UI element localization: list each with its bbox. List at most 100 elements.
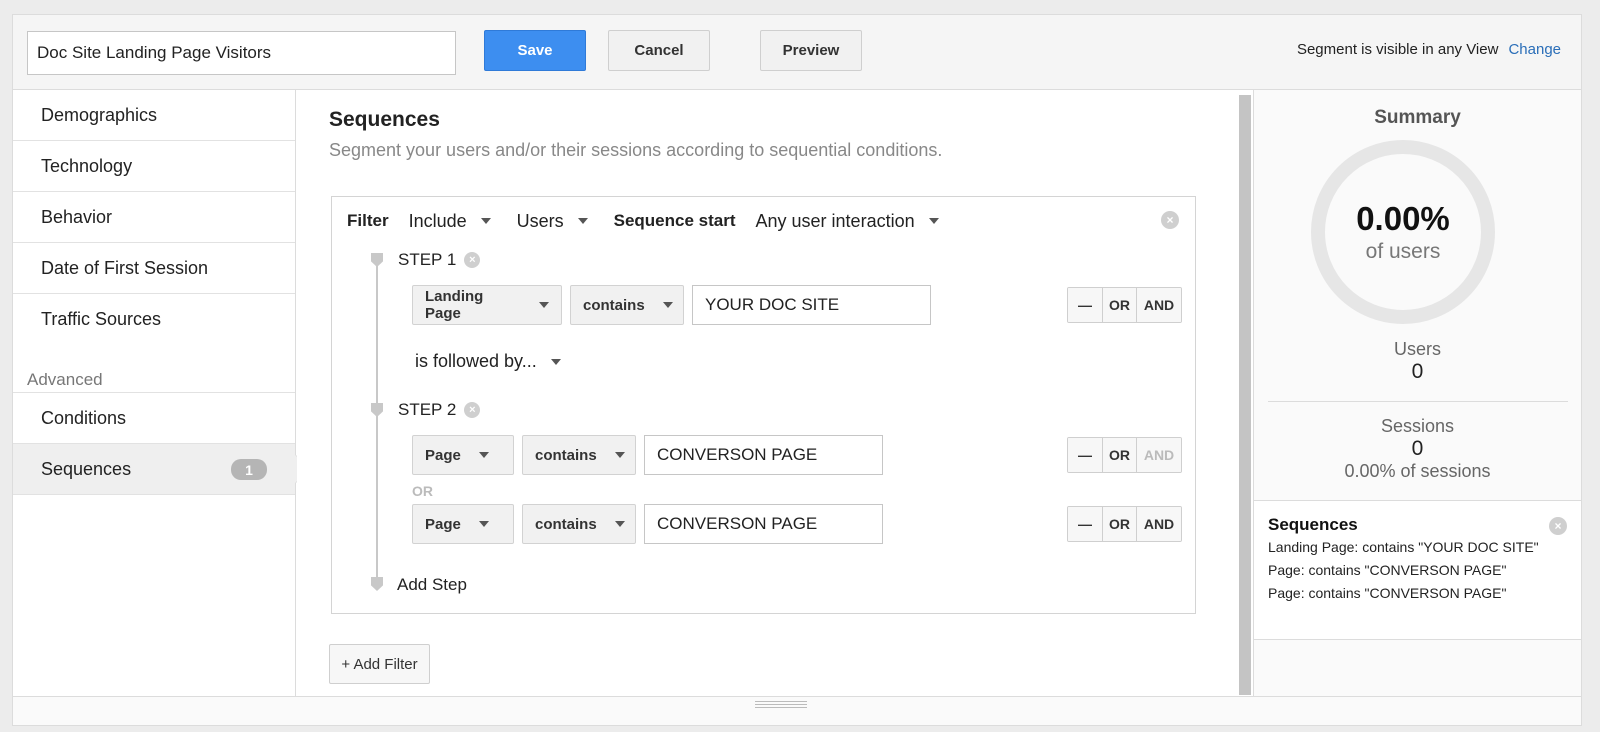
sequence-start-dropdown[interactable]: Any user interaction — [756, 211, 939, 232]
step-2-operators-1: — OR AND — [1067, 437, 1182, 473]
step-2-condition-2: Page contains CONVERSON PAGE — [412, 504, 883, 544]
caret-down-icon — [539, 302, 549, 308]
summary-sequence-line: Page: contains "CONVERSON PAGE" — [1268, 585, 1507, 601]
step-2-label: STEP 2 × — [398, 400, 481, 420]
content-scrollbar[interactable] — [1239, 95, 1251, 695]
filter-label: Filter — [347, 211, 389, 230]
remove-condition-button[interactable]: — — [1068, 288, 1103, 322]
nav-item-label: Conditions — [41, 407, 127, 428]
sessions-stat: Sessions 0 0.00% of sessions — [1254, 416, 1581, 482]
users-percent-donut: 0.00% of users — [1311, 140, 1495, 324]
nav-item-sequences[interactable]: Sequences 1 — [13, 444, 310, 495]
sessions-label: Sessions — [1380, 416, 1455, 436]
or-button[interactable]: OR — [1103, 288, 1137, 322]
segment-category-nav: Demographics Technology Behavior Date of… — [13, 90, 310, 696]
followed-by-dropdown[interactable]: is followed by... — [415, 351, 561, 372]
summary-sequence-line: Page: contains "CONVERSON PAGE" — [1268, 562, 1507, 578]
step-1-condition: Landing Page contains YOUR DOC SITE — [412, 285, 931, 325]
add-filter-button[interactable]: + Add Filter — [329, 644, 430, 684]
summary-panel: Summary 0.00% of users Users 0 Sessions … — [1253, 90, 1581, 696]
sequences-panel: Sequences Segment your users and/or thei… — [297, 90, 1237, 696]
nav-item-demographics[interactable]: Demographics — [13, 90, 295, 141]
dimension-dropdown[interactable]: Landing Page — [412, 285, 562, 325]
include-dropdown[interactable]: Include — [409, 211, 491, 232]
segment-toolbar: Save Cancel Preview Segment is visible i… — [13, 15, 1581, 90]
caret-down-icon — [478, 452, 489, 458]
percent-subtitle: of users — [1365, 240, 1441, 263]
cancel-button[interactable]: Cancel — [608, 30, 710, 71]
summary-sequences-title: Sequences — [1268, 515, 1358, 534]
or-button[interactable]: OR — [1103, 438, 1137, 472]
sequence-timeline — [376, 257, 378, 587]
or-separator: OR — [412, 483, 433, 499]
nav-group-advanced: Advanced — [13, 367, 295, 393]
nav-item-date-of-first-session[interactable]: Date of First Session — [13, 243, 295, 294]
caret-down-icon — [614, 452, 625, 458]
sessions-value: 0 — [1411, 437, 1424, 460]
condition-value-input[interactable]: CONVERSON PAGE — [644, 435, 883, 475]
nav-item-conditions[interactable]: Conditions — [13, 393, 295, 444]
operator-dropdown[interactable]: contains — [522, 435, 636, 475]
step-2-operators-2: — OR AND — [1067, 506, 1182, 542]
users-label: Users — [1393, 339, 1441, 359]
remove-condition-button[interactable]: — — [1068, 507, 1103, 541]
summary-title: Summary — [1374, 107, 1461, 128]
change-link[interactable]: Change — [1508, 41, 1561, 58]
caret-down-icon — [480, 218, 491, 224]
nav-item-technology[interactable]: Technology — [13, 141, 295, 192]
condition-value-input[interactable]: CONVERSON PAGE — [644, 504, 883, 544]
nav-item-label: Sequences — [41, 458, 132, 479]
section-title: Sequences — [329, 108, 440, 131]
sessions-percent: 0.00% of sessions — [1344, 461, 1491, 481]
nav-item-behavior[interactable]: Behavior — [13, 192, 295, 243]
resize-bar — [13, 696, 1581, 725]
or-button[interactable]: OR — [1103, 507, 1137, 541]
condition-value-input[interactable]: YOUR DOC SITE — [692, 285, 931, 325]
and-button[interactable]: AND — [1137, 288, 1181, 322]
sequence-start-label: Sequence start — [613, 211, 736, 230]
segment-name-input[interactable] — [27, 31, 456, 75]
remove-step-icon[interactable]: × — [464, 252, 481, 268]
summary-sequence-line: Landing Page: contains "YOUR DOC SITE" — [1268, 539, 1539, 555]
caret-down-icon — [550, 358, 561, 365]
sequence-count-badge: 1 — [231, 459, 267, 480]
step-2-condition-1: Page contains CONVERSON PAGE — [412, 435, 883, 475]
caret-down-icon — [577, 218, 588, 224]
nav-item-traffic-sources[interactable]: Traffic Sources — [13, 294, 295, 345]
summary-sequences: × Sequences Landing Page: contains "YOUR… — [1254, 500, 1581, 640]
filter-card: Filter Include Users Sequence start Any … — [331, 196, 1196, 614]
step-marker-icon — [371, 253, 383, 267]
summary-divider — [1268, 401, 1568, 402]
step-marker-icon — [371, 403, 383, 417]
add-step-link[interactable]: Add Step — [397, 575, 467, 595]
filter-header: Filter Include Users Sequence start Any … — [347, 209, 965, 233]
remove-step-icon[interactable]: × — [464, 402, 481, 418]
and-button[interactable]: AND — [1137, 507, 1181, 541]
preview-button[interactable]: Preview — [760, 30, 862, 71]
visibility-info: Segment is visible in any View Change — [1297, 41, 1561, 58]
users-stat: Users 0 — [1254, 339, 1581, 384]
caret-down-icon — [614, 521, 625, 527]
users-value: 0 — [1411, 360, 1424, 383]
caret-down-icon — [928, 218, 939, 224]
dimension-dropdown[interactable]: Page — [412, 504, 514, 544]
visibility-text: Segment is visible in any View — [1296, 41, 1499, 58]
operator-dropdown[interactable]: contains — [570, 285, 684, 325]
segment-editor: Save Cancel Preview Segment is visible i… — [12, 14, 1582, 726]
scope-dropdown[interactable]: Users — [517, 211, 588, 232]
save-button[interactable]: Save — [484, 30, 586, 71]
caret-down-icon — [478, 521, 489, 527]
and-button: AND — [1137, 438, 1181, 472]
dimension-dropdown[interactable]: Page — [412, 435, 514, 475]
remove-filter-icon[interactable]: × — [1161, 211, 1179, 229]
step-1-operators: — OR AND — [1067, 287, 1182, 323]
percent-value: 0.00% — [1356, 200, 1450, 237]
resize-grip-icon[interactable] — [755, 701, 807, 708]
caret-down-icon — [662, 302, 673, 308]
step-1-label: STEP 1 × — [398, 250, 481, 270]
section-subtitle: Segment your users and/or their sessions… — [329, 140, 943, 160]
remove-condition-button[interactable]: — — [1068, 438, 1103, 472]
step-marker-icon — [371, 577, 383, 591]
operator-dropdown[interactable]: contains — [522, 504, 636, 544]
remove-sequence-icon[interactable]: × — [1549, 517, 1567, 535]
